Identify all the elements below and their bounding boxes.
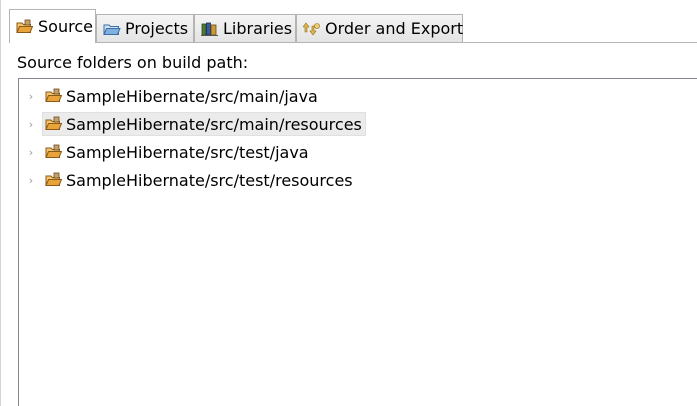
tab-source[interactable]: Source <box>9 9 96 43</box>
tree-item[interactable]: › SampleHibernate/src/test/java <box>26 140 313 164</box>
tab-order-and-export[interactable]: Order and Export <box>296 14 463 42</box>
order-export-icon <box>303 21 321 37</box>
tree-item[interactable]: › SampleHibernate/src/main/java <box>26 84 322 108</box>
tree-item-content[interactable]: SampleHibernate/src/main/java <box>42 84 322 108</box>
source-folders-heading: Source folders on build path: <box>17 53 249 72</box>
tree-item[interactable]: › SampleHibernate/src/main/resources <box>26 112 366 136</box>
expand-chevron-icon[interactable]: › <box>26 174 36 187</box>
tab-order-and-export-label: Order and Export <box>325 19 464 38</box>
expand-chevron-icon[interactable]: › <box>26 146 36 159</box>
source-folder-icon <box>45 88 63 104</box>
tree-item-content[interactable]: SampleHibernate/src/test/java <box>42 140 313 164</box>
tree-item-content[interactable]: SampleHibernate/src/test/resources <box>42 168 357 192</box>
libraries-icon <box>201 21 219 37</box>
expand-chevron-icon[interactable]: › <box>26 90 36 103</box>
tree-item-label: SampleHibernate/src/test/java <box>66 142 309 162</box>
source-folder-icon <box>45 116 63 132</box>
tab-libraries[interactable]: Libraries <box>194 14 296 42</box>
source-folder-icon <box>45 172 63 188</box>
projects-icon <box>103 21 121 37</box>
build-path-tabbar: Source Projects Libraries Order and Expo… <box>9 9 697 43</box>
expand-chevron-icon[interactable]: › <box>26 118 36 131</box>
tree-item-label: SampleHibernate/src/main/resources <box>66 114 362 134</box>
tab-source-label: Source <box>38 17 93 36</box>
tab-libraries-label: Libraries <box>223 19 293 38</box>
source-folder-icon <box>16 19 34 35</box>
source-folders-tree[interactable]: › SampleHibernate/src/main/java › Sample… <box>18 78 697 406</box>
tab-projects-label: Projects <box>125 19 189 38</box>
tree-item-label: SampleHibernate/src/main/java <box>66 86 318 106</box>
tree-item-content[interactable]: SampleHibernate/src/main/resources <box>42 112 366 136</box>
tabbar-divider <box>96 42 697 43</box>
source-folder-icon <box>45 144 63 160</box>
tree-item[interactable]: › SampleHibernate/src/test/resources <box>26 168 357 192</box>
tab-projects[interactable]: Projects <box>96 14 194 42</box>
tree-item-label: SampleHibernate/src/test/resources <box>66 170 353 190</box>
window-left-edge <box>0 0 1 406</box>
